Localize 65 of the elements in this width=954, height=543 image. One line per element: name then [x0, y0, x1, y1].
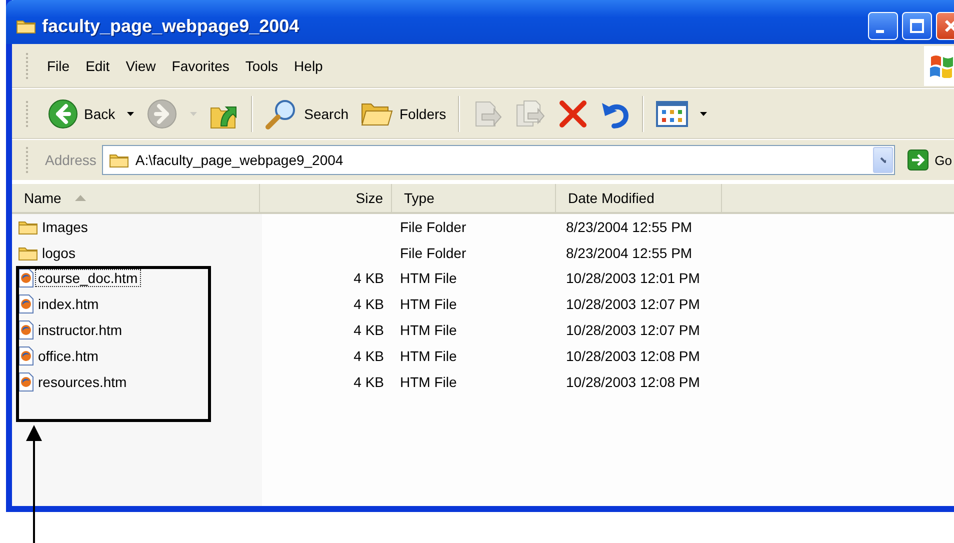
- toolbar-button[interactable]: Search: [261, 96, 352, 132]
- date-modified: 10/28/2003 12:07 PM: [565, 296, 701, 312]
- file-size: 4 KB: [352, 348, 385, 364]
- folder-icon: [109, 152, 130, 168]
- file-type: HTM File: [399, 374, 458, 390]
- folder-icon: [18, 244, 38, 261]
- delete-x-icon: [558, 99, 588, 129]
- file-name[interactable]: index.htm: [35, 295, 102, 314]
- date-modified: 10/28/2003 12:08 PM: [565, 348, 701, 364]
- file-name[interactable]: Images: [39, 218, 91, 236]
- window-title: faculty_page_webpage9_2004: [42, 16, 300, 36]
- file-size: 4 KB: [352, 322, 385, 338]
- copy-pages-icon: [514, 99, 546, 129]
- file-type: File Folder: [399, 244, 468, 261]
- file-type: HTM File: [399, 296, 458, 312]
- menu-item[interactable]: View: [118, 55, 164, 77]
- web-page-icon: [18, 320, 34, 340]
- go-button[interactable]: Go: [906, 149, 952, 171]
- minimize-button[interactable]: [868, 12, 898, 40]
- caret-icon: [190, 112, 198, 116]
- date-modified: 8/23/2004 12:55 PM: [565, 244, 694, 261]
- address-field[interactable]: A:\faculty_page_webpage9_2004: [102, 145, 895, 175]
- file-name[interactable]: logos: [39, 244, 78, 262]
- file-size: 4 KB: [352, 270, 385, 286]
- folder-icon: [16, 18, 36, 34]
- toolbar-button[interactable]: Folders: [356, 97, 450, 131]
- maximize-button[interactable]: [902, 12, 932, 40]
- file-type: HTM File: [399, 322, 458, 338]
- file-name[interactable]: course_doc.htm: [35, 269, 141, 288]
- minimize-icon: [876, 30, 884, 32]
- address-label: Address: [45, 152, 96, 168]
- file-name[interactable]: instructor.htm: [35, 321, 126, 340]
- caret-icon: [127, 112, 134, 116]
- sort-arrow-icon: [75, 195, 86, 201]
- date-modified: 10/28/2003 12:07 PM: [565, 322, 701, 338]
- file-name[interactable]: office.htm: [35, 346, 102, 365]
- caret-icon: [700, 112, 708, 116]
- toolbar-button[interactable]: Back: [43, 96, 120, 132]
- web-page-icon: [18, 372, 34, 392]
- file-type: HTM File: [399, 348, 458, 364]
- flag-logo-icon: [929, 54, 954, 78]
- views-grid-icon: [656, 100, 688, 128]
- menu-item[interactable]: Help: [286, 55, 331, 77]
- date-modified: 10/28/2003 12:08 PM: [565, 374, 701, 390]
- date-modified: 8/23/2004 12:55 PM: [565, 218, 694, 235]
- maximize-icon: [909, 18, 925, 34]
- web-page-icon: [18, 346, 34, 366]
- menu-item[interactable]: Favorites: [164, 55, 238, 77]
- file-type: HTM File: [399, 270, 458, 286]
- file-size: 4 KB: [352, 374, 385, 390]
- file-size: 4 KB: [352, 296, 385, 312]
- menu-item[interactable]: Tools: [237, 55, 286, 77]
- column-header[interactable]: Name: [12, 184, 260, 212]
- file-type: File Folder: [399, 218, 468, 235]
- menu-item[interactable]: Edit: [78, 55, 118, 77]
- web-page-icon: [18, 294, 34, 314]
- dropdown-button[interactable]: [872, 147, 893, 173]
- column-header[interactable]: Date Modified: [556, 184, 722, 212]
- web-page-icon: [18, 268, 34, 288]
- column-header[interactable]: Size: [260, 184, 392, 212]
- date-modified: 10/28/2003 12:01 PM: [565, 270, 701, 286]
- column-header[interactable]: Type: [392, 184, 556, 212]
- folder-icon: [18, 218, 38, 235]
- menu-item[interactable]: File: [39, 55, 78, 77]
- file-name[interactable]: resources.htm: [35, 372, 130, 391]
